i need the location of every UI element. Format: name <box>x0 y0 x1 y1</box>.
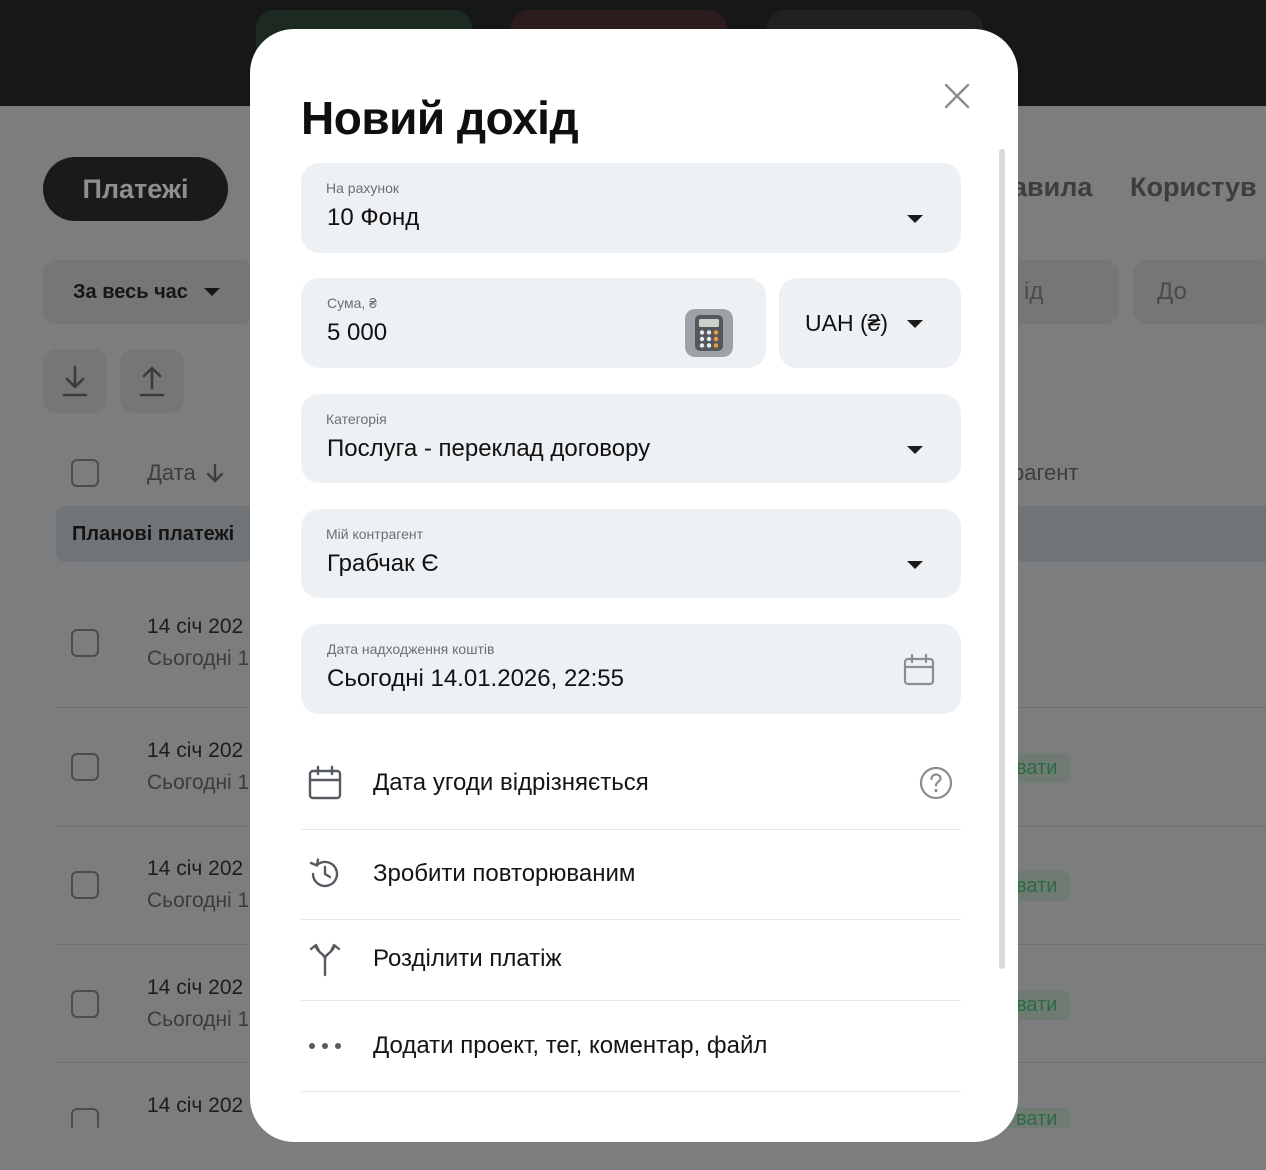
date-from-placeholder: ід <box>1024 278 1044 305</box>
option-divider <box>301 1000 961 1001</box>
deal-date-differs-option[interactable]: Дата угоди відрізняється <box>301 758 961 808</box>
split-payment-label: Розділити платіж <box>373 945 562 972</box>
row-date: 14 січ 202 <box>147 976 244 999</box>
tab-payments[interactable]: Платежі <box>43 157 228 221</box>
account-value: 10 Фонд <box>327 204 420 231</box>
account-label: На рахунок <box>326 180 400 196</box>
row-checkbox[interactable] <box>71 1108 99 1128</box>
upload-button[interactable] <box>120 349 184 413</box>
currency-value: UAH (₴) <box>805 310 889 336</box>
column-counterparty-label: рагент <box>1012 460 1079 485</box>
period-filter-label: За весь час <box>73 280 188 303</box>
calendar-icon[interactable] <box>902 653 936 687</box>
amount-label: Сума, ₴ <box>327 295 377 311</box>
tab-users[interactable]: Користув <box>1130 172 1257 203</box>
deal-date-differs-label: Дата угоди відрізняється <box>373 769 649 796</box>
make-recurring-option[interactable]: Зробити повторюваним <box>301 849 961 899</box>
chevron-down-icon <box>907 561 923 569</box>
select-all-checkbox[interactable] <box>71 459 99 487</box>
row-date: 14 січ 202 <box>147 739 244 762</box>
category-select[interactable]: Категорія Послуга - переклад договору <box>301 394 961 483</box>
calendar-icon <box>301 765 351 801</box>
column-counterparty[interactable]: рагент <box>1012 460 1078 486</box>
download-button[interactable] <box>43 349 107 413</box>
modal-title: Новий дохід <box>301 92 579 144</box>
row-subtitle: Сьогодні 1 <box>147 889 250 912</box>
download-icon <box>62 365 88 397</box>
counterparty-value: Грабчак Є <box>327 550 439 577</box>
category-value: Послуга - переклад договору <box>327 435 651 462</box>
row-date: 14 січ 202 <box>147 615 244 638</box>
modal-scrollbar[interactable] <box>999 149 1005 969</box>
close-icon <box>944 83 970 109</box>
row-checkbox[interactable] <box>71 990 99 1018</box>
column-date-label: Дата <box>147 460 196 485</box>
option-divider <box>301 829 961 830</box>
help-icon[interactable] <box>919 766 953 800</box>
chevron-down-icon <box>203 288 220 296</box>
received-date-label: Дата надходження коштів <box>327 641 495 657</box>
option-divider <box>301 1091 961 1092</box>
row-subtitle: Сьогодні 1 <box>147 1008 250 1031</box>
currency-select[interactable]: UAH (₴) <box>779 278 961 368</box>
new-income-modal: Новий дохід На рахунок 10 Фонд Сума, ₴ 5… <box>250 29 1018 1142</box>
calculator-icon <box>695 315 723 351</box>
history-icon <box>301 856 351 892</box>
period-filter[interactable]: За весь час <box>43 260 255 324</box>
chevron-down-icon <box>907 320 923 328</box>
row-checkbox[interactable] <box>71 629 99 657</box>
date-to-input[interactable]: До <box>1133 260 1266 324</box>
close-button[interactable] <box>940 79 974 113</box>
amount-field[interactable]: Сума, ₴ 5 000 <box>301 278 766 368</box>
row-subtitle: Сьогодні 1 <box>147 771 250 794</box>
row-checkbox[interactable] <box>71 753 99 781</box>
split-payment-option[interactable]: Розділити платіж <box>301 934 961 984</box>
row-checkbox[interactable] <box>71 871 99 899</box>
more-icon <box>301 1041 351 1051</box>
category-label: Категорія <box>326 411 387 427</box>
column-date[interactable]: Дата <box>147 460 226 486</box>
counterparty-label: Мій контрагент <box>326 526 423 542</box>
row-date: 14 січ 202 <box>147 1094 244 1117</box>
chevron-down-icon <box>907 446 923 454</box>
split-icon <box>301 941 351 977</box>
date-to-placeholder: До <box>1157 278 1187 305</box>
counterparty-select[interactable]: Мій контрагент Грабчак Є <box>301 509 961 598</box>
amount-value: 5 000 <box>327 319 388 346</box>
add-details-option[interactable]: Додати проект, тег, коментар, файл <box>301 1021 961 1071</box>
add-details-label: Додати проект, тег, коментар, файл <box>373 1032 768 1059</box>
account-select[interactable]: На рахунок 10 Фонд <box>301 163 961 253</box>
chevron-down-icon <box>907 215 923 223</box>
received-date-value: Сьогодні 14.01.2026, 22:55 <box>327 665 624 692</box>
tab-rules[interactable]: авила <box>1012 172 1092 203</box>
arrow-down-icon <box>206 463 223 483</box>
group-label: Планові платежі <box>72 522 235 545</box>
row-subtitle: Сьогодні 1 <box>147 647 250 670</box>
received-date-field[interactable]: Дата надходження коштів Сьогодні 14.01.2… <box>301 624 961 714</box>
calculator-button[interactable] <box>685 309 733 357</box>
make-recurring-label: Зробити повторюваним <box>373 860 636 887</box>
upload-icon <box>139 366 165 397</box>
option-divider <box>301 919 961 920</box>
row-date: 14 січ 202 <box>147 857 244 880</box>
